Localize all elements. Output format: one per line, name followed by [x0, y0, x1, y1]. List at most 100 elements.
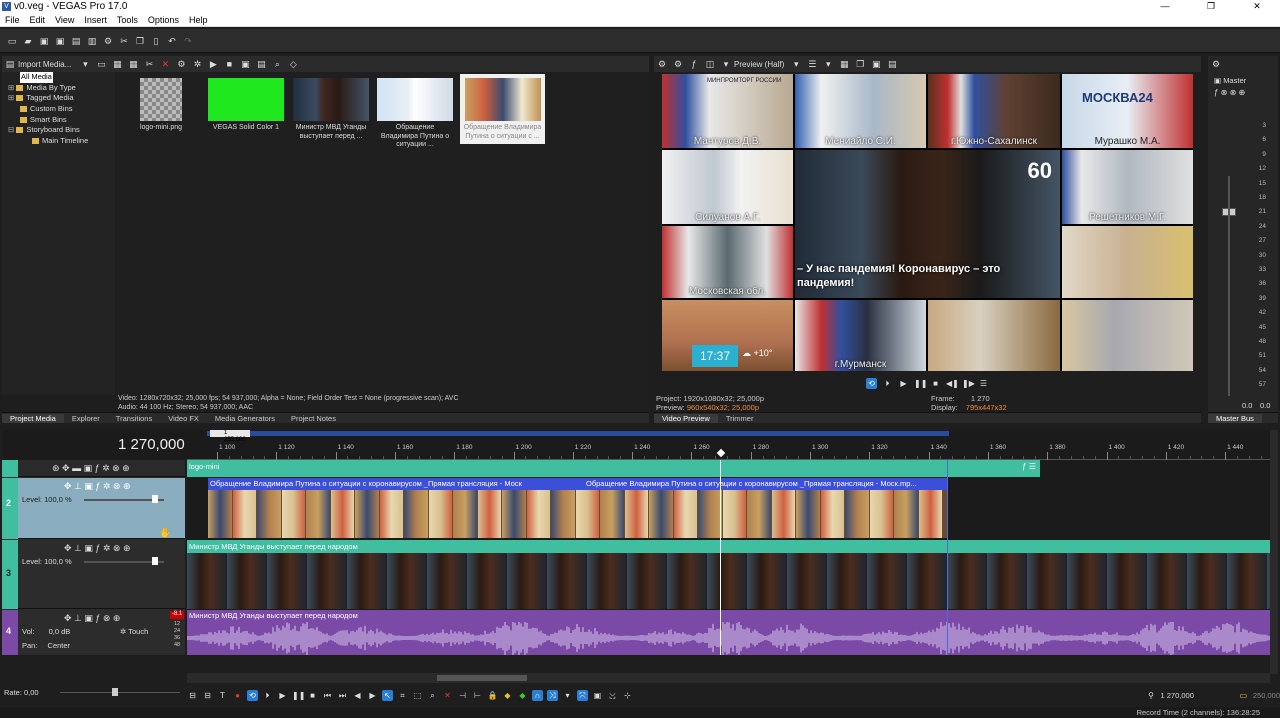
loop-region[interactable] — [207, 431, 949, 436]
prev-frame-icon[interactable]: ◀ — [352, 690, 363, 701]
track-controls-icons[interactable]: ✥ ⊥ ▣ ƒ ✲ ⊗ ⊕ — [64, 481, 131, 492]
bin-main-timeline[interactable]: Main Timeline — [42, 136, 88, 145]
tab-master-bus[interactable]: Master Bus — [1208, 413, 1262, 423]
gear-icon[interactable]: ⚙ — [103, 36, 113, 46]
save-icon[interactable]: ▣ — [39, 36, 49, 46]
ripple-mode-icon[interactable]: ▾ — [562, 690, 573, 701]
event-putin-2[interactable]: Обращение Владимира Путина о ситуации с … — [584, 478, 948, 490]
lock-envelopes-icon[interactable]: ⤧ — [577, 689, 588, 701]
stop-icon[interactable]: ■ — [930, 378, 941, 389]
minimize-button[interactable]: — — [1142, 0, 1188, 13]
views-icon[interactable]: ▤ — [256, 59, 266, 69]
sync-cursor-icon[interactable]: ⊹ — [622, 690, 633, 701]
pause-icon[interactable]: ❚❚ — [914, 378, 927, 389]
track-level-handle[interactable] — [152, 495, 158, 503]
media-item[interactable]: Министр МВД Уганды выступает перед ... — [293, 78, 369, 142]
overlays-icon[interactable]: ☰ — [807, 59, 817, 69]
stop-icon[interactable]: ■ — [307, 690, 318, 701]
save-snapshot-icon[interactable]: ▣ — [871, 59, 881, 69]
pause-icon[interactable]: ❚❚ — [292, 690, 305, 701]
preview-quality-select[interactable]: Preview (Half) — [734, 60, 784, 69]
settings-icon[interactable]: ⚙ — [673, 59, 683, 69]
auto-preview-icon[interactable]: ▣ — [240, 59, 250, 69]
text-tool-icon[interactable]: T — [217, 690, 228, 701]
menu-options[interactable]: Options — [143, 15, 184, 25]
menu-help[interactable]: Help — [184, 15, 213, 25]
track-controls-icons[interactable]: ⊛ ✥ ▬ ▣ ƒ ✲ ⊗ ⊕ — [52, 463, 130, 474]
cut-icon[interactable]: ✂ — [119, 36, 129, 46]
save-as-icon[interactable]: ▣ — [55, 36, 65, 46]
chevron-down-icon[interactable]: ▾ — [823, 59, 833, 69]
gear-icon[interactable]: ⚙ — [176, 59, 186, 69]
copy-snapshot-icon[interactable]: ❐ — [855, 59, 865, 69]
track-controls-icons[interactable]: ✥ ⊥ ▣ ƒ ✲ ⊗ ⊕ — [64, 543, 131, 554]
video-filmstrip-putin[interactable] — [208, 490, 948, 538]
stop-icon[interactable]: ■ — [224, 59, 234, 69]
marker-icon[interactable]: ◆ — [502, 690, 513, 701]
track-level-handle[interactable] — [152, 557, 158, 565]
selection-tool-icon[interactable]: ⬚ — [412, 690, 423, 701]
tab-project-notes[interactable]: Project Notes — [283, 414, 344, 423]
loop-start-marker[interactable]: 1 255,000 — [210, 430, 250, 443]
menu-icon[interactable]: ☰ — [978, 378, 989, 389]
rate-slider[interactable] — [60, 692, 180, 693]
event-uganda-video[interactable]: Министр МВД Уганды выступает перед народ… — [187, 540, 1270, 553]
crossfade-icon[interactable]: ⤩ — [607, 690, 618, 701]
render-icon[interactable]: ▤ — [71, 36, 81, 46]
track-header-1[interactable]: ⊛ ✥ ▬ ▣ ƒ ✲ ⊗ ⊕ — [2, 460, 185, 477]
split-icon[interactable]: ⊢ — [472, 690, 483, 701]
bin-tagged-media[interactable]: Tagged Media — [26, 93, 73, 102]
tab-project-media[interactable]: Project Media — [2, 413, 64, 423]
bin-custom-bins[interactable]: Custom Bins — [30, 104, 73, 113]
envelope-icon[interactable]: ⌗ — [397, 690, 408, 701]
event-putin-1[interactable]: Обращение Владимира Путина о ситуации с … — [208, 478, 584, 490]
loop-icon[interactable]: ⟲ — [247, 689, 258, 701]
tab-transitions[interactable]: Transitions — [108, 414, 160, 423]
media-item-selected[interactable]: Обращение Владимира Путина о ситуации с … — [460, 74, 545, 144]
fx-icon[interactable]: ƒ — [689, 59, 699, 69]
play-icon[interactable]: ▶ — [208, 59, 218, 69]
menu-view[interactable]: View — [50, 15, 79, 25]
bin-all-media[interactable]: All Media — [20, 72, 53, 83]
timeline-horizontal-scrollbar[interactable] — [187, 673, 1270, 683]
paste-icon[interactable]: ▯ — [151, 36, 161, 46]
tab-media-generators[interactable]: Media Generators — [207, 414, 283, 423]
prev-frame-icon[interactable]: ◀❚ — [946, 378, 959, 389]
play-from-start-icon[interactable]: ⏵ — [882, 378, 893, 389]
chevron-down-icon[interactable]: ▾ — [721, 59, 731, 69]
import-media-icon[interactable]: ▤ — [5, 59, 15, 69]
loop-icon[interactable]: ⟲ — [866, 377, 877, 389]
bin-smart-bins[interactable]: Smart Bins — [30, 115, 67, 124]
open-folder-icon[interactable]: ▰ — [23, 36, 33, 46]
fx-icon[interactable]: ✲ — [192, 59, 202, 69]
track-header-4[interactable]: 4 ✥ ⊥ ▣ ƒ ⊗ ⊕ -8.1 Vol: 0,0 dB Pan: Cent… — [2, 610, 185, 655]
next-frame-icon[interactable]: ❚▶ — [962, 378, 975, 389]
track-header-3[interactable]: 3 ✥ ⊥ ▣ ƒ ✲ ⊗ ⊕ Level: 100,0 % — [2, 540, 185, 609]
gear-icon[interactable]: ⚙ — [657, 59, 667, 69]
undo-icon[interactable]: ↶ — [167, 36, 177, 46]
media-item[interactable]: VEGAS Solid Color 1 — [208, 78, 284, 142]
snapping-icon[interactable]: ∩ — [532, 689, 543, 701]
play-icon[interactable]: ▶ — [898, 378, 909, 389]
master-fx-icons[interactable]: ƒ ⊗ ⊗ ⊕ — [1214, 88, 1245, 97]
region-icon[interactable]: ◆ — [517, 690, 528, 701]
track-controls-icons[interactable]: ✥ ⊥ ▣ ƒ ⊗ ⊕ — [64, 613, 120, 624]
track-header-2[interactable]: 2 ✥ ⊥ ▣ ƒ ✲ ⊗ ⊕ Level: 100,0 % ✋ — [2, 478, 185, 539]
play-from-start-icon[interactable]: ⏵ — [262, 690, 273, 701]
go-to-end-icon[interactable]: ⏭ — [337, 690, 348, 701]
event-uganda-audio[interactable]: Министр МВД Уганды выступает перед народ… — [187, 610, 1270, 655]
chevron-down-icon[interactable]: ▾ — [80, 59, 90, 69]
tab-trimmer[interactable]: Trimmer — [718, 414, 762, 423]
media-item[interactable]: logo-mini.png — [124, 78, 198, 142]
auto-ripple-icon[interactable]: ⤨ — [547, 689, 558, 701]
delete-icon[interactable]: ✕ — [442, 690, 453, 701]
menu-tools[interactable]: Tools — [112, 15, 143, 25]
new-project-icon[interactable]: ▭ — [7, 36, 17, 46]
delete-icon[interactable]: ✕ — [160, 59, 170, 69]
menu-insert[interactable]: Insert — [79, 15, 112, 25]
time-ruler[interactable]: 1 100 1 120 1 140 1 160 1 180 1 200 1 220 1 240… — [187, 444, 1274, 460]
media-item[interactable]: Обращение Владимира Путина о ситуации ..… — [377, 78, 453, 148]
redo-icon[interactable]: ↷ — [183, 36, 193, 46]
grid-icon[interactable]: ▦ — [128, 59, 138, 69]
capture-icon[interactable]: ▭ — [96, 59, 106, 69]
